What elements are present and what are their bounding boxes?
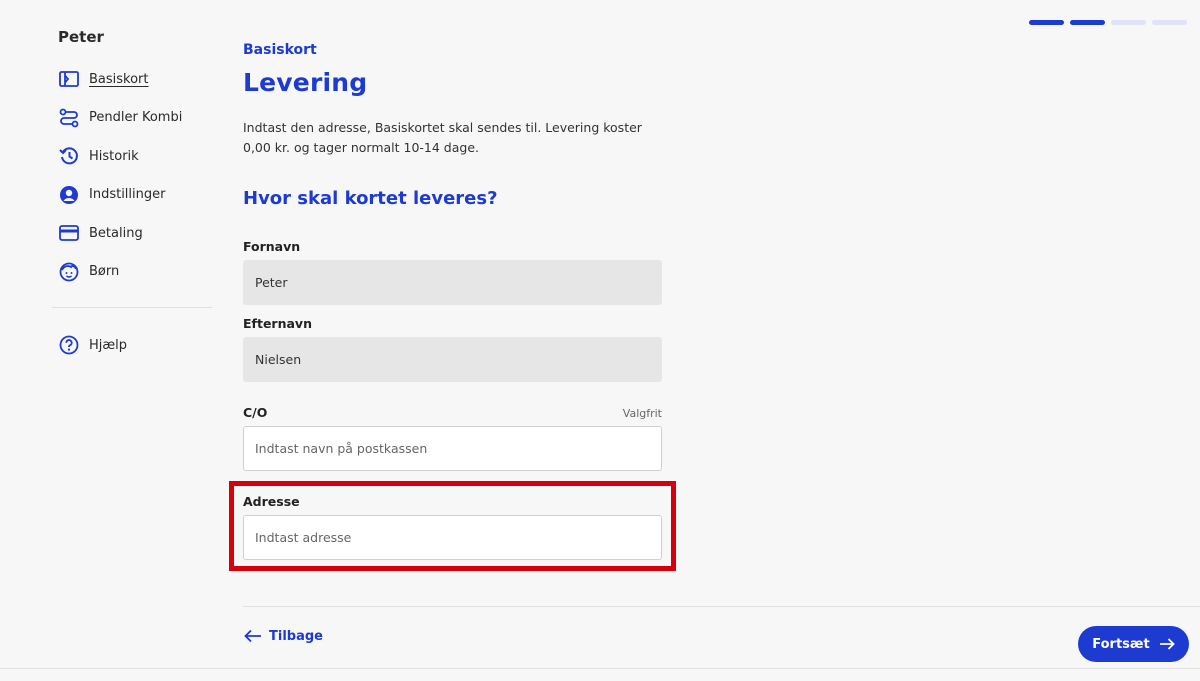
- page-intro: Indtast den adresse, Basiskortet skal se…: [243, 120, 642, 155]
- section-title: Hvor skal kortet leveres?: [243, 188, 498, 209]
- progress-step-1: [1029, 20, 1064, 25]
- last-name-label-text: Efternavn: [243, 316, 312, 331]
- progress-step-4: [1152, 20, 1187, 25]
- sidebar-item-born[interactable]: Børn: [52, 253, 212, 292]
- first-name-label: Fornavn: [243, 238, 662, 254]
- sidebar-item-historik[interactable]: Historik: [52, 137, 212, 176]
- sidebar-item-betaling[interactable]: Betaling: [52, 214, 212, 253]
- card-icon: [58, 68, 80, 90]
- co-input[interactable]: [243, 426, 662, 471]
- sidebar-item-label: Historik: [89, 148, 139, 164]
- content-divider: [243, 606, 1200, 607]
- last-name-field[interactable]: [243, 337, 662, 382]
- first-name-label-text: Fornavn: [243, 239, 301, 254]
- sidebar-item-label: Hjælp: [89, 337, 128, 353]
- credit-card-icon: [58, 222, 80, 244]
- back-link[interactable]: Tilbage: [244, 627, 323, 645]
- first-name-group: Fornavn: [243, 238, 662, 305]
- sidebar-item-label: Pendler Kombi: [89, 110, 183, 126]
- page-eyebrow: Basiskort: [243, 42, 317, 58]
- arrow-right-icon: [1159, 636, 1175, 652]
- first-name-field[interactable]: [243, 260, 662, 305]
- continue-button-label: Fortsæt: [1092, 636, 1150, 652]
- last-name-label: Efternavn: [243, 315, 662, 331]
- co-group: C/O Valgfrit: [243, 404, 662, 471]
- history-icon: [58, 145, 80, 167]
- page-title: Levering: [243, 68, 368, 97]
- sidebar-item-indstillinger[interactable]: Indstillinger: [52, 176, 212, 215]
- sidebar: Peter Basiskort Pendler Kombi Historik I…: [52, 28, 212, 365]
- sidebar-item-label: Indstillinger: [89, 187, 166, 203]
- progress-step-3: [1111, 20, 1146, 25]
- last-name-group: Efternavn: [243, 315, 662, 382]
- progress-indicator: [1029, 20, 1187, 25]
- sidebar-item-basiskort[interactable]: Basiskort: [52, 60, 212, 99]
- route-icon: [58, 107, 80, 129]
- sidebar-item-help[interactable]: Hjælp: [52, 326, 212, 365]
- help-icon: [58, 334, 80, 356]
- user-name: Peter: [58, 28, 104, 46]
- address-highlight-box: [229, 481, 676, 571]
- progress-step-2: [1070, 20, 1105, 25]
- page-bottom-divider: [0, 668, 1200, 669]
- user-settings-icon: [58, 184, 80, 206]
- sidebar-item-label: Betaling: [89, 225, 143, 241]
- child-face-icon: [58, 261, 80, 283]
- sidebar-item-pendler-kombi[interactable]: Pendler Kombi: [52, 99, 212, 138]
- continue-button[interactable]: Fortsæt: [1078, 626, 1189, 662]
- co-label: C/O Valgfrit: [243, 404, 662, 420]
- back-link-label: Tilbage: [269, 628, 323, 644]
- arrow-left-icon: [244, 627, 262, 645]
- co-label-text: C/O: [243, 405, 268, 420]
- main-content: Basiskort Levering Indtast den adresse, …: [243, 42, 663, 209]
- sidebar-item-label: Basiskort: [89, 71, 149, 87]
- sidebar-item-label: Børn: [89, 264, 120, 280]
- optional-badge: Valgfrit: [622, 407, 662, 420]
- sidebar-divider: [52, 307, 212, 308]
